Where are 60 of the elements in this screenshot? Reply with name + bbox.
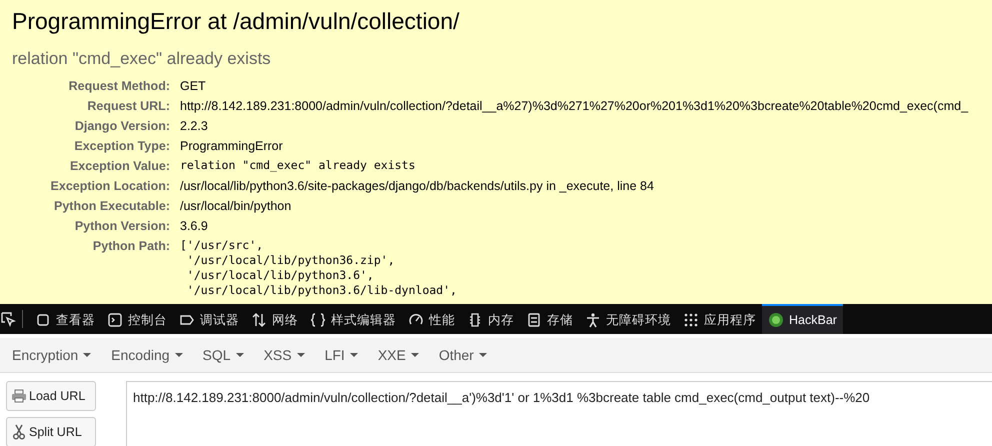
devtools-tab[interactable]: 应用程序 <box>677 304 762 334</box>
caret-icon <box>236 353 244 357</box>
pick-element-icon[interactable] <box>0 311 16 327</box>
meta-value: ProgrammingError <box>180 138 284 154</box>
error-title: ProgrammingError at /admin/vuln/collection/ <box>12 8 460 35</box>
devtools-tab[interactable]: 调试器 <box>173 304 245 334</box>
dropdown-menu[interactable]: XXE <box>368 347 429 363</box>
meta-label: Exception Value: <box>68 158 170 174</box>
dropdown-menu[interactable]: Encryption <box>2 347 102 363</box>
devtools-tab[interactable]: 控制台 <box>101 304 173 334</box>
meta-value: GET <box>180 78 207 94</box>
caret-icon <box>174 353 183 357</box>
hackbar-logo-icon <box>768 312 784 328</box>
meta-label: Exception Location: <box>50 178 170 194</box>
meta-value: 2.2.3 <box>180 118 209 134</box>
action-button[interactable]: Load URL <box>6 381 96 411</box>
meta-value: /usr/local/lib/python3.6/site-packages/django/db/backends/utils.py in _execute, line 84 <box>180 178 655 194</box>
devtools-tab[interactable]: 查看器 <box>29 304 101 334</box>
url-field[interactable]: http://8.142.189.231:8000/admin/vuln/collection/?detail__a')%3d'1' or 1%3d1 %3bcreate table cmd_exec(cmd_output text)--%20 <box>126 381 992 446</box>
meta-label: Python Path: <box>92 238 170 255</box>
devtools-tab[interactable]: 性能 <box>402 304 461 334</box>
tool-icon <box>35 312 51 328</box>
dropdown-menu[interactable]: LFI <box>314 347 368 363</box>
meta-value: ['/usr/src', '/usr/local/lib/python36.zip', '/usr/local/lib/python3.6', '/usr/local/lib/python3.6/lib-dynload', <box>180 238 458 298</box>
error-message: relation "cmd_exec" already exists <box>12 49 272 69</box>
devtools-tab[interactable]: 存储 <box>520 304 579 334</box>
tool-icon <box>467 312 483 328</box>
dropdown-menu[interactable]: SQL <box>192 347 254 363</box>
meta-label: Django Version: <box>74 118 170 134</box>
dropdown-menu[interactable]: Encoding <box>101 347 193 363</box>
caret-icon <box>83 353 92 357</box>
scissors-icon <box>11 424 27 440</box>
meta-label: Exception Type: <box>73 138 170 154</box>
meta-label: Python Version: <box>74 218 170 234</box>
devtools-tab[interactable]: 无障碍环境 <box>579 304 677 334</box>
tool-icon <box>251 312 267 328</box>
tool-icon <box>585 312 601 328</box>
devtools-tab[interactable]: 网络 <box>245 304 304 334</box>
meta-value: relation "cmd_exec" already exists <box>180 158 416 174</box>
dropdown-menu[interactable]: XSS <box>254 347 315 363</box>
tool-icon <box>107 312 123 328</box>
meta-value: /usr/local/bin/python <box>180 198 292 214</box>
tool-icon <box>683 312 699 328</box>
dropdown-menu[interactable]: Other <box>428 347 497 363</box>
meta-value: http://8.142.189.231:8000/admin/vuln/collection/?detail__a%27)%3d%271%27%20or%201%3d1%20%3bcreate%20table%20cmd_exec(cmd_ <box>180 98 970 114</box>
devtools-tab[interactable]: HackBar <box>762 304 843 334</box>
tool-icon <box>526 312 542 328</box>
printer-icon <box>11 388 27 404</box>
caret-icon <box>350 353 358 357</box>
meta-value: 3.6.9 <box>180 218 209 234</box>
caret-icon <box>410 353 419 357</box>
meta-label: Python Executable: <box>53 198 170 214</box>
action-button[interactable]: Split URL <box>6 417 96 446</box>
meta-label: Request Method: <box>68 78 170 94</box>
caret-icon <box>478 353 487 357</box>
devtools-tab[interactable]: 样式编辑器 <box>304 304 402 334</box>
tool-icon <box>310 312 326 328</box>
devtools-tab[interactable]: 内存 <box>461 304 520 334</box>
meta-label: Request URL: <box>86 98 170 114</box>
caret-icon <box>296 353 305 357</box>
